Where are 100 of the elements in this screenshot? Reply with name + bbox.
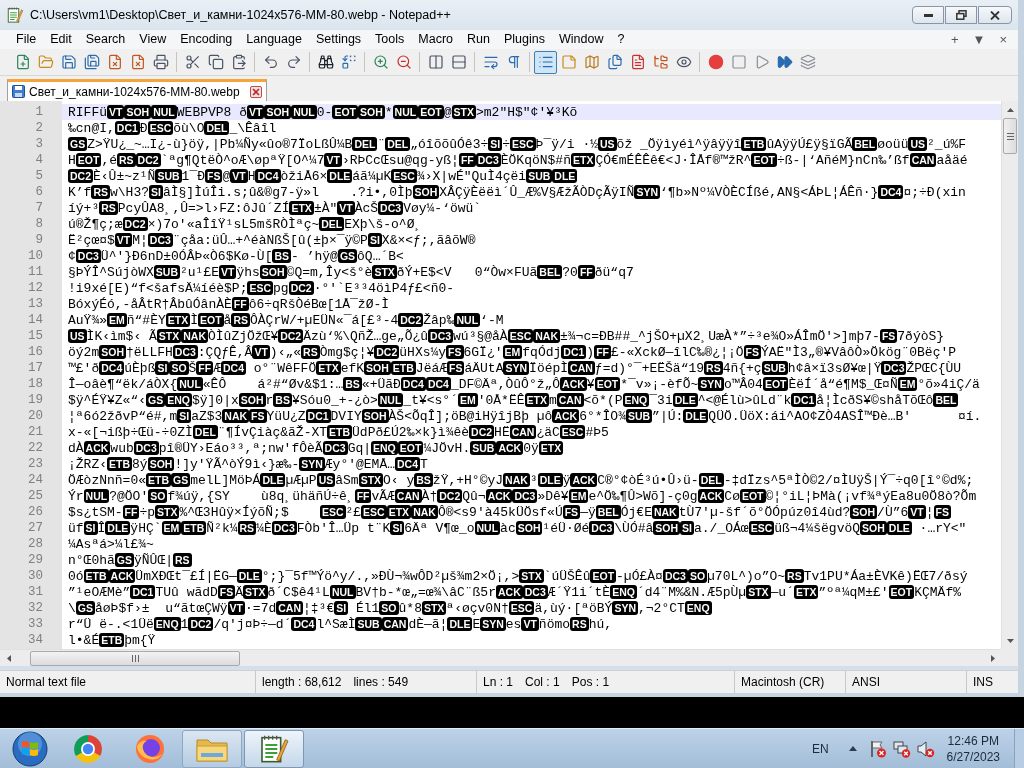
control-character-badge: RS — [570, 617, 589, 631]
code-text: $s¿tSM- — [68, 504, 123, 520]
file-x-icon — [106, 54, 123, 70]
code-text: ¤;÷Ð(xin — [903, 184, 966, 200]
code-text: ÝAË"Ì3„®¥VâôÒ»Ökög¨0Bëç'P — [761, 344, 957, 360]
control-character-badge: DLE — [236, 569, 262, 583]
menu-item[interactable]: Macro — [411, 30, 461, 49]
control-character-badge: EOT — [594, 377, 621, 391]
speaker-muted-icon[interactable] — [916, 739, 935, 758]
taskbar-app-button[interactable] — [244, 729, 304, 768]
menu-item[interactable]: View — [132, 30, 174, 49]
code-text: vÃÆ — [371, 488, 395, 504]
control-character-badge: DC3 — [662, 569, 688, 583]
control-character-badge: DEL — [352, 137, 378, 151]
clock-time[interactable]: 12:46 PM — [947, 732, 999, 749]
notepad-pen-icon — [6, 6, 24, 24]
replace-icon — [340, 54, 357, 70]
control-character-badge: SOH — [361, 409, 389, 423]
menu-item[interactable]: Window — [551, 30, 611, 49]
line-number: 30 — [28, 568, 43, 584]
network-alert-icon[interactable] — [892, 739, 911, 758]
chevron-up-icon[interactable] — [848, 746, 857, 751]
clock-date[interactable]: 6/27/2023 — [946, 748, 1000, 765]
control-character-badge: US — [908, 137, 928, 151]
control-character-badge: US — [68, 329, 87, 343]
new-document-button[interactable]: + — [949, 30, 960, 49]
flag-alert-icon[interactable] — [868, 739, 887, 758]
control-character-badge: DC4 — [99, 361, 125, 375]
line-number: 31 — [28, 584, 43, 600]
control-character-badge: FS — [249, 409, 267, 423]
line-number: 1 — [35, 104, 43, 120]
control-character-badge: GS — [337, 249, 358, 263]
control-character-badge: CAN — [394, 489, 422, 503]
code-text: pî®ÜY›Eáo³³,ª;nw'fÔèÃ — [158, 440, 323, 456]
minimize-button[interactable] — [912, 6, 944, 24]
code-text: ÔÀÇrW/+µEÜN«¯á[£³-4 — [250, 312, 399, 328]
control-character-badge: RS — [237, 521, 257, 535]
vertical-scrollbar[interactable] — [1001, 101, 1018, 649]
menu-item[interactable]: File — [9, 30, 44, 49]
code-text: «+ÜãÐ — [361, 376, 401, 392]
menu-item[interactable]: Encoding — [173, 30, 240, 49]
code-text: Æ — [213, 360, 221, 376]
control-character-badge: DC3 — [522, 585, 548, 599]
document-tab[interactable]: Свет_и_камни-1024x576-MM-80.webp — [7, 79, 267, 101]
control-character-badge: DEL — [192, 425, 218, 439]
fast-forward-icon — [776, 54, 793, 70]
menu-item[interactable]: ? — [610, 30, 632, 49]
code-text: ÈëÍ´å“é¶M$_Œ¤Ñ — [788, 376, 898, 392]
control-character-badge: BS — [414, 473, 433, 487]
control-character-badge: DC3 — [428, 329, 454, 343]
menu-item[interactable]: Plugins — [496, 30, 552, 49]
code-text: $ÿ]0|x — [191, 392, 239, 408]
scrollbar-thumb[interactable] — [1003, 118, 1017, 154]
control-character-badge: DLE — [105, 521, 131, 535]
code-text: ¹éÜ·Øé — [542, 520, 590, 536]
menu-item[interactable]: Settings — [308, 30, 369, 49]
control-character-badge: SOH — [147, 457, 175, 471]
menu-item[interactable]: Language — [239, 30, 309, 49]
text-area[interactable] — [62, 101, 1001, 649]
code-text: \ÙÓ#â — [614, 520, 654, 536]
menu-item[interactable]: Run — [460, 30, 497, 49]
control-character-badge: NAK — [533, 329, 560, 343]
line-number: 18 — [28, 376, 43, 392]
restore-button[interactable] — [945, 6, 977, 24]
code-text: `ªg¶QtëÒ^oÆ\øpªŸ[O^¼7 — [160, 152, 325, 168]
menu-item[interactable]: Search — [78, 30, 133, 49]
code-text: ?0 — [562, 264, 578, 280]
control-character-badge: CAN — [568, 361, 595, 375]
menu-item[interactable]: Tools — [368, 30, 412, 49]
code-text: `úÜŠÊû — [543, 568, 591, 584]
control-character-badge: BEL — [595, 505, 621, 519]
indent-guide-button[interactable] — [534, 50, 557, 74]
code-text: )‹„« — [269, 344, 302, 360]
code-text: Ì — [190, 312, 198, 328]
control-character-badge: EM — [568, 489, 589, 503]
line-number: 7 — [35, 200, 43, 216]
close-tab-icon[interactable] — [249, 85, 262, 98]
code-text: 4ñ{+ç — [722, 360, 762, 376]
control-character-badge: DC3 — [75, 249, 101, 263]
code-text: åøÞ$f›± u“ãtœÇWÿ — [95, 600, 228, 616]
control-character-badge: CAN — [381, 617, 409, 631]
scrollbar-thumb[interactable] — [30, 650, 240, 666]
code-text: ‘¶b»Nº¼VÒÈCÍßé,AN§<ÁÞL¦ÁÊñ·} — [660, 184, 879, 200]
code-text: x-«[¬ißþ÷Œü-÷0ZÌ — [68, 424, 193, 440]
status-text: INS — [973, 674, 993, 691]
control-character-badge: SOH — [238, 393, 266, 407]
control-character-badge: SO — [148, 489, 168, 503]
control-character-badge: DC1 — [130, 585, 156, 599]
horizontal-scrollbar[interactable] — [0, 649, 1001, 666]
close-document-button[interactable]: × — [998, 30, 1008, 49]
control-character-badge: BEL — [852, 137, 878, 151]
list-icon — [537, 54, 554, 70]
close-button[interactable] — [978, 6, 1012, 24]
menu-item[interactable]: Edit — [43, 30, 79, 49]
code-text: úÈþß — [124, 360, 156, 376]
restore-icon — [955, 10, 967, 20]
code-text: ÌK‹ìm$‹ Ã — [86, 328, 157, 344]
document-list-button[interactable]: ▼ — [971, 30, 987, 49]
code-text: PcyÛA8¸,Û=>l›FZ:ôJû´ZÍ — [117, 200, 290, 216]
language-indicator[interactable]: EN — [811, 739, 829, 758]
